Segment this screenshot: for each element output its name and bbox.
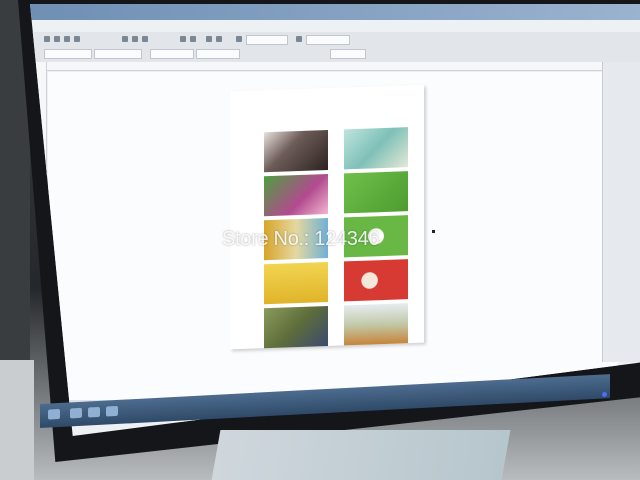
- width-field[interactable]: [150, 49, 194, 59]
- nudge-field[interactable]: [330, 49, 366, 59]
- snap-field[interactable]: [306, 35, 350, 45]
- right-docker-panel: [602, 62, 640, 362]
- position-y-field[interactable]: [94, 49, 142, 59]
- height-field[interactable]: [196, 49, 240, 59]
- open-icon[interactable]: [54, 36, 60, 42]
- print-icon[interactable]: [74, 36, 80, 42]
- taskbar-app-icon-1[interactable]: [70, 407, 82, 419]
- monitor-screen: [30, 4, 640, 436]
- cursor-icon: [432, 230, 435, 233]
- tile-garden-photo[interactable]: [264, 305, 328, 349]
- menu-bar: [40, 19, 640, 33]
- desk-paper: [211, 430, 511, 480]
- taskbar-app-icon-2[interactable]: [88, 406, 100, 418]
- document-page[interactable]: [230, 84, 424, 350]
- tile-red-cartoon-card[interactable]: [344, 259, 408, 302]
- paste-icon[interactable]: [142, 36, 148, 42]
- redo-icon[interactable]: [190, 36, 196, 42]
- tile-portrait-photo[interactable]: [264, 129, 328, 173]
- import-icon[interactable]: [206, 36, 212, 42]
- store-watermark: Store No.: 124346: [222, 228, 380, 250]
- zoom-icon[interactable]: [236, 36, 242, 42]
- zoom-level-field[interactable]: [246, 35, 288, 45]
- position-x-field[interactable]: [44, 49, 92, 59]
- window-titlebar: [30, 4, 640, 20]
- export-icon[interactable]: [216, 36, 222, 42]
- horizontal-ruler: [44, 62, 640, 71]
- tile-flower-field-card[interactable]: [344, 303, 408, 346]
- save-icon[interactable]: [64, 36, 70, 42]
- tile-green-pink-card[interactable]: [264, 173, 328, 217]
- tile-yellow-card[interactable]: [264, 261, 328, 305]
- taskbar-app-icon-3[interactable]: [106, 405, 118, 417]
- snap-icon[interactable]: [296, 36, 302, 42]
- tile-floral-photo[interactable]: [344, 127, 408, 170]
- tile-green-card[interactable]: [344, 171, 408, 214]
- new-icon[interactable]: [44, 36, 50, 42]
- undo-icon[interactable]: [180, 36, 186, 42]
- power-led-icon: [602, 392, 607, 397]
- cut-icon[interactable]: [122, 36, 128, 42]
- start-button-icon[interactable]: [48, 408, 60, 420]
- copy-icon[interactable]: [132, 36, 138, 42]
- left-paper-stack: [0, 360, 34, 480]
- toolbar: [30, 32, 640, 63]
